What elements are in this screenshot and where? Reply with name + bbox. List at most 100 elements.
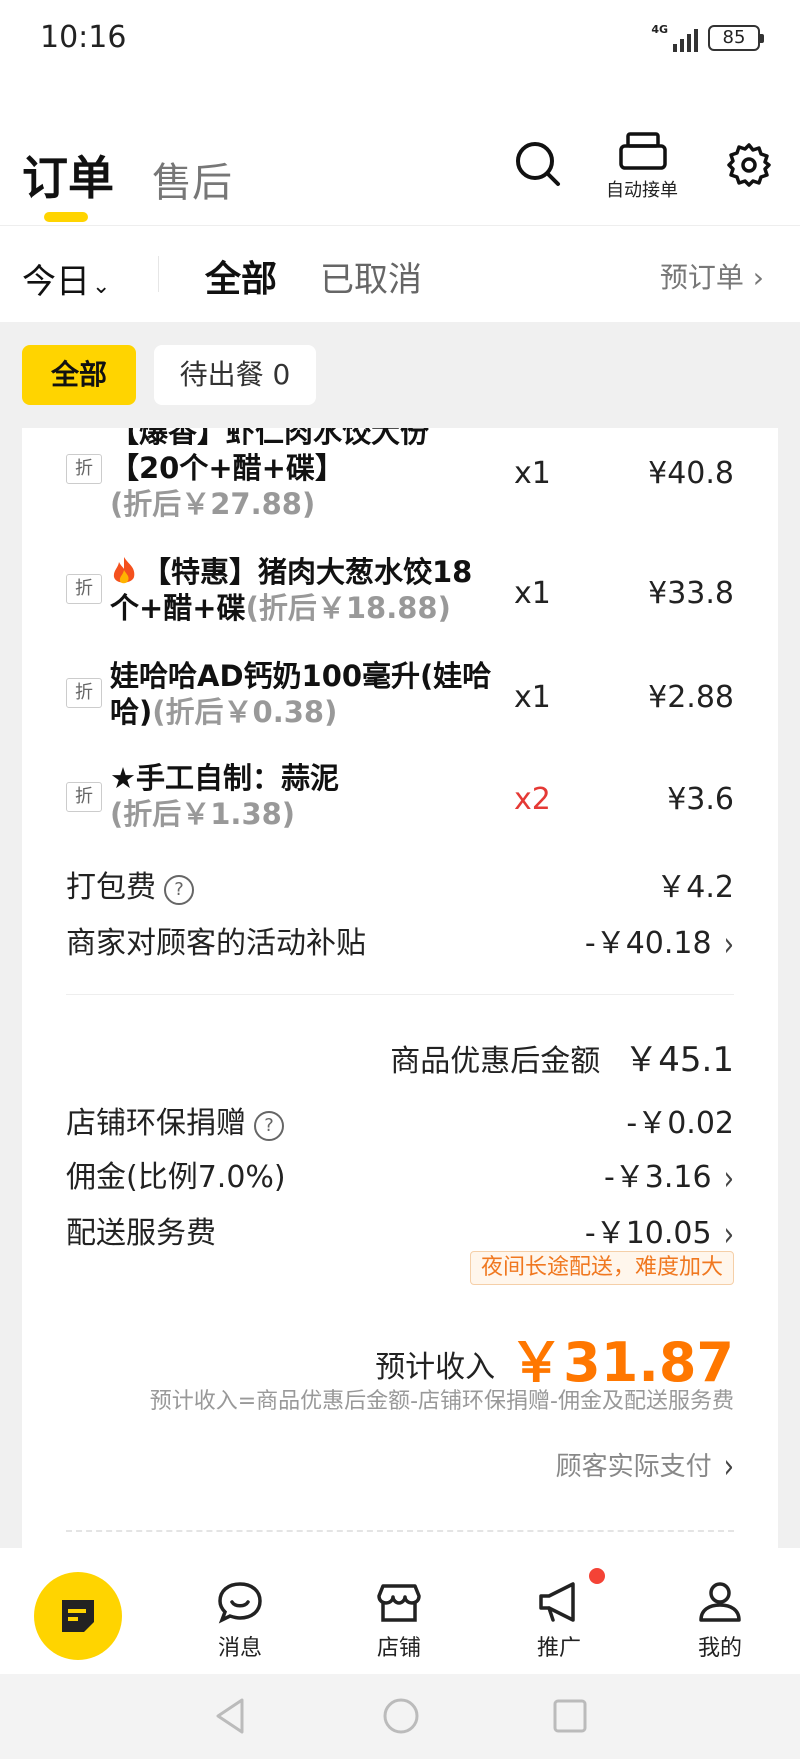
item-name-line1: 娃哈哈AD钙奶100毫升(娃哈 bbox=[110, 659, 492, 693]
network-type: 4G bbox=[651, 23, 668, 36]
search-icon[interactable] bbox=[514, 140, 562, 188]
item-price: ¥3.6 bbox=[667, 782, 734, 817]
item-name: ★手工自制：蒜泥 (折后￥1.38) bbox=[110, 760, 530, 832]
item-price: ¥33.8 bbox=[648, 576, 734, 611]
chevron-right-icon: › bbox=[723, 1159, 734, 1199]
chip-all[interactable]: 全部 bbox=[22, 345, 136, 405]
subsidy-row[interactable]: 商家对顾客的活动补贴 -￥40.18 › bbox=[66, 918, 734, 965]
income-formula: 预计收入=商品优惠后金额-店铺环保捐赠-佣金及配送服务费 bbox=[149, 1389, 734, 1414]
tab-promo[interactable]: 推广 bbox=[509, 1580, 609, 1662]
preorder-link[interactable]: 预订单 › bbox=[660, 256, 764, 296]
preorder-label: 预订单 bbox=[659, 261, 744, 294]
divider bbox=[158, 256, 159, 292]
item-discount-price: (折后￥0.38) bbox=[152, 695, 338, 729]
item-name-line2: 个+醋+碟(折后￥18.88) bbox=[110, 590, 530, 626]
item-qty: x1 bbox=[514, 680, 551, 715]
eco-donation-value: -￥0.02 bbox=[626, 1106, 734, 1141]
divider bbox=[66, 994, 734, 995]
store-icon bbox=[377, 1584, 421, 1622]
delivery-fee-label: 配送服务费 bbox=[66, 1216, 216, 1251]
item-qty: x1 bbox=[514, 576, 551, 611]
commission-row[interactable]: 佣金(比例7.0%) -￥3.16 › bbox=[66, 1152, 734, 1199]
tab-cancelled[interactable]: 已取消 bbox=[320, 252, 422, 301]
help-icon[interactable]: ? bbox=[164, 875, 194, 905]
battery-icon: 85 bbox=[708, 25, 764, 51]
date-filter[interactable]: 今日⌄ bbox=[22, 254, 110, 303]
item-name-line1: 【爆香】虾仁肉水饺大份 bbox=[110, 428, 430, 449]
item-qty: x2 bbox=[514, 782, 551, 817]
discount-tag: 折 bbox=[66, 454, 102, 484]
tab-messages-label: 消息 bbox=[217, 1636, 262, 1661]
tab-promo-label: 推广 bbox=[536, 1636, 581, 1661]
item-discount-price: (折后￥18.88) bbox=[245, 591, 451, 625]
item-name: 【爆香】虾仁肉水饺大份 【20个+醋+碟】 (折后￥27.88) bbox=[110, 428, 530, 522]
chevron-right-icon: › bbox=[723, 1215, 734, 1255]
user-icon bbox=[699, 1582, 741, 1622]
eco-donation-row: 店铺环保捐赠? -￥0.02 bbox=[66, 1098, 734, 1142]
date-filter-label: 今日 bbox=[22, 262, 90, 302]
filter-bar: 今日⌄ 全部 已取消 预订单 › bbox=[0, 225, 800, 322]
subtotal-value: ￥45.1 bbox=[624, 1040, 734, 1080]
night-delivery-badge: 夜间长途配送，难度加大 bbox=[469, 1251, 734, 1285]
status-bar: 10:16 4G 85 bbox=[0, 0, 800, 90]
item-name-text-2: 哈) bbox=[110, 695, 153, 729]
commission-value-wrap: -￥3.16 › bbox=[603, 1152, 734, 1199]
tab-active-indicator bbox=[44, 212, 88, 222]
tab-store-label: 店铺 bbox=[376, 1636, 421, 1661]
item-qty: x1 bbox=[514, 456, 551, 491]
tab-store[interactable]: 店铺 bbox=[349, 1580, 449, 1662]
dashed-divider bbox=[66, 1530, 734, 1532]
auto-accept-label[interactable]: 自动接单 bbox=[606, 176, 678, 202]
message-icon bbox=[218, 1582, 262, 1624]
income-label: 预计收入 bbox=[375, 1350, 496, 1385]
packing-fee-value: ￥4.2 bbox=[656, 870, 734, 905]
chevron-right-icon: › bbox=[723, 1447, 734, 1487]
delivery-fee-value-wrap: -￥10.05 › bbox=[584, 1208, 734, 1255]
customer-paid-label: 顾客实际支付 bbox=[555, 1452, 712, 1482]
chevron-right-icon: › bbox=[723, 925, 734, 965]
settings-icon[interactable] bbox=[726, 142, 772, 188]
item-name-line2: 【20个+醋+碟】 bbox=[110, 451, 344, 485]
recents-icon[interactable] bbox=[552, 1698, 588, 1734]
tab-all-orders[interactable]: 全部 bbox=[205, 250, 277, 302]
item-price: ¥40.8 bbox=[648, 456, 734, 491]
subtotal-row: 商品优惠后金额 ￥45.1 bbox=[390, 1032, 734, 1081]
customer-paid-link[interactable]: 顾客实际支付 › bbox=[555, 1446, 734, 1487]
orders-fab[interactable] bbox=[34, 1572, 122, 1660]
subsidy-value: -￥40.18 bbox=[584, 926, 712, 961]
fire-icon bbox=[113, 557, 135, 584]
discount-tag: 折 bbox=[66, 678, 102, 708]
commission-label: 佣金(比例7.0%) bbox=[66, 1160, 286, 1195]
item-name-text-2: 个+醋+碟 bbox=[110, 591, 246, 625]
discount-tag: 折 bbox=[66, 782, 102, 812]
subtotal-label: 商品优惠后金额 bbox=[390, 1044, 601, 1079]
item-discount-price: (折后￥27.88) bbox=[110, 487, 316, 521]
item-discount-price: (折后￥1.38) bbox=[110, 797, 296, 831]
tab-mine[interactable]: 我的 bbox=[670, 1580, 770, 1662]
delivery-fee-value: -￥10.05 bbox=[584, 1216, 712, 1251]
printer-icon[interactable] bbox=[618, 132, 668, 174]
item-name-line1: ★手工自制：蒜泥 bbox=[110, 761, 339, 795]
help-icon[interactable]: ? bbox=[254, 1111, 284, 1141]
order-note-icon bbox=[62, 1600, 94, 1632]
tab-aftersale[interactable]: 售后 bbox=[152, 150, 232, 208]
chevron-right-icon: › bbox=[743, 261, 764, 294]
subsidy-label: 商家对顾客的活动补贴 bbox=[66, 926, 366, 961]
home-icon[interactable] bbox=[381, 1696, 421, 1736]
notification-dot bbox=[589, 1568, 605, 1584]
item-price: ¥2.88 bbox=[648, 680, 734, 715]
discount-tag: 折 bbox=[66, 574, 102, 604]
chip-waiting[interactable]: 待出餐 0 bbox=[154, 345, 316, 405]
back-icon[interactable] bbox=[212, 1696, 248, 1736]
tab-messages[interactable]: 消息 bbox=[190, 1580, 290, 1662]
commission-value: -￥3.16 bbox=[603, 1160, 712, 1195]
tab-orders[interactable]: 订单 bbox=[22, 142, 114, 208]
delivery-fee-row[interactable]: 配送服务费 -￥10.05 › bbox=[66, 1208, 734, 1255]
top-header: 订单 售后 自动接单 bbox=[0, 90, 800, 225]
item-name: 娃哈哈AD钙奶100毫升(娃哈 哈)(折后￥0.38) bbox=[110, 658, 530, 730]
bottom-tab-bar: 消息 店铺 推广 我的 bbox=[0, 1548, 800, 1674]
chevron-down-icon: ⌄ bbox=[92, 274, 111, 299]
packing-fee-row: 打包费? ￥4.2 bbox=[66, 862, 734, 906]
item-name-line2: 哈)(折后￥0.38) bbox=[110, 694, 530, 730]
packing-fee-label: 打包费 bbox=[66, 870, 156, 905]
